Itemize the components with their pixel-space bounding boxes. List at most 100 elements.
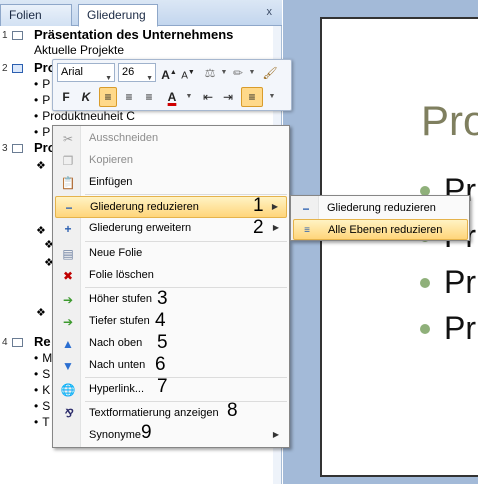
slide-icon[interactable] — [12, 338, 23, 347]
slide-icon[interactable] — [12, 64, 23, 73]
outline-bullet[interactable]: Produktneuheit C — [34, 109, 135, 123]
slide-icon[interactable] — [12, 144, 23, 153]
shrink-font-button[interactable]: A▼ — [179, 63, 197, 83]
submenu-arrow-icon: ▶ — [271, 202, 278, 211]
font-color-button[interactable]: A — [163, 87, 181, 107]
annotation-number: 3 — [157, 288, 168, 309]
format-painter-icon[interactable]: 🖌 — [261, 63, 279, 83]
scissors-icon: ✂ — [62, 132, 74, 146]
minus-icon: − — [302, 202, 310, 216]
submenu-item-alle-ebenen[interactable]: ≡ Alle Ebenen reduzieren — [293, 219, 468, 240]
context-menu: ✂ Ausschneiden ❐ Kopieren 📋 Einfügen − G… — [52, 125, 290, 448]
diamond-bullet-icon: ❖ — [36, 307, 46, 319]
slide-icon[interactable] — [12, 31, 23, 40]
menu-item-ausschneiden[interactable]: ✂ Ausschneiden — [55, 128, 287, 150]
menu-separator — [85, 401, 287, 402]
menu-item-label: Neue Folie — [89, 247, 143, 259]
menu-item-label: Einfügen — [89, 176, 133, 188]
outline-bullet[interactable]: K — [34, 383, 50, 397]
tab-folien[interactable]: Folien — [0, 4, 72, 26]
outline-bullet[interactable]: S — [34, 367, 50, 381]
menu-item-synonyme[interactable]: Synonyme ▶ — [55, 425, 287, 447]
menu-item-hyperlink[interactable]: 🌐 Hyperlink... — [55, 379, 287, 401]
diamond-bullet-icon: ❖ — [36, 160, 46, 172]
menu-separator — [85, 241, 287, 242]
outline-bullet[interactable]: P — [34, 77, 50, 91]
align-left-icon[interactable]: ≡ — [99, 87, 117, 107]
text-format-icon: ⅋ — [63, 408, 73, 420]
align-center-icon[interactable]: ≡ — [120, 87, 138, 107]
italic-button[interactable]: K — [77, 87, 95, 107]
annotation-number: 2 — [253, 217, 264, 238]
chevron-down-icon[interactable]: ▼ — [263, 87, 281, 107]
menu-item-kopieren[interactable]: ❐ Kopieren — [55, 150, 287, 172]
font-size-select[interactable]: 26 ▼ — [118, 63, 156, 82]
slide-number: 3 — [2, 143, 8, 154]
menu-item-textformatierung[interactable]: ⅋ Textformatierung anzeigen — [55, 403, 287, 425]
menu-item-label: Tiefer stufen — [89, 315, 150, 327]
outline-slide-title[interactable]: Re — [34, 334, 51, 349]
arrow-right-icon: ➔ — [62, 315, 74, 329]
decrease-indent-icon[interactable]: ⇤ — [199, 87, 217, 107]
menu-item-hoeher-stufen[interactable]: ➔ Höher stufen — [55, 289, 287, 311]
menu-separator — [85, 287, 287, 288]
mini-toolbar: Arial ▼ 26 ▼ A▲ A▼ ⚖ ▼ ✏ ▼ 🖌 F K ≡ ≡ ≡ A ▼… — [52, 59, 292, 111]
outline-bullet[interactable]: P — [34, 125, 50, 139]
menu-item-folie-loeschen[interactable]: ✖ Folie löschen — [55, 265, 287, 287]
outline-bullet[interactable]: P — [34, 93, 50, 107]
outline-bullet[interactable]: S — [34, 399, 50, 413]
collapse-all-icon: ≡ — [304, 225, 310, 236]
submenu-item-label: Gliederung reduzieren — [327, 202, 436, 214]
align-right-icon[interactable]: ≡ — [140, 87, 158, 107]
font-size-value: 26 — [122, 66, 135, 78]
slide-canvas[interactable]: Pro Pr Pr Pr Pr — [320, 17, 478, 477]
bold-button[interactable]: F — [57, 87, 75, 107]
submenu-item-label: Alle Ebenen reduzieren — [328, 224, 443, 236]
slide-title[interactable]: Pro — [421, 97, 478, 145]
submenu: − Gliederung reduzieren ≡ Alle Ebenen re… — [290, 195, 470, 241]
close-icon[interactable]: x — [267, 6, 273, 18]
slide-bullet[interactable]: Pr — [444, 264, 476, 301]
outline-subtitle[interactable]: Aktuelle Projekte — [34, 43, 124, 57]
menu-item-einfuegen[interactable]: 📋 Einfügen — [55, 172, 287, 194]
clipboard-icon: 📋 — [60, 176, 76, 190]
menu-item-nach-unten[interactable]: ▼ Nach unten — [55, 355, 287, 377]
menu-item-nach-oben[interactable]: ▲ Nach oben — [55, 333, 287, 355]
menu-item-label: Gliederung erweitern — [89, 222, 192, 234]
increase-indent-icon[interactable]: ⇥ — [219, 87, 237, 107]
menu-item-tiefer-stufen[interactable]: ➔ Tiefer stufen — [55, 311, 287, 333]
grow-font-icon: A — [161, 68, 170, 82]
bullets-icon[interactable]: ≡ — [241, 87, 263, 107]
pane-tabbar: Folien Gliederung x — [0, 0, 282, 27]
chevron-down-icon: ▼ — [146, 75, 153, 82]
menu-item-label: Folie löschen — [89, 269, 154, 281]
outline-bullet[interactable]: M — [34, 351, 52, 365]
plus-icon: + — [64, 222, 72, 236]
slide-number: 2 — [2, 63, 8, 74]
slide-bullet[interactable]: Pr — [444, 310, 476, 347]
annotation-number: 1 — [253, 195, 264, 216]
powerpoint-window: Folien Gliederung x 1 Präsentation des U… — [0, 0, 478, 484]
chevron-down-icon[interactable]: ▼ — [180, 87, 198, 107]
menu-separator — [85, 377, 287, 378]
menu-item-label: Kopieren — [89, 154, 134, 166]
menu-item-label: Gliederung reduzieren — [90, 201, 199, 213]
menu-item-label: Hyperlink... — [89, 383, 145, 395]
menu-item-neue-folie[interactable]: ▤ Neue Folie — [55, 243, 287, 265]
submenu-item-gliederung-reduzieren[interactable]: − Gliederung reduzieren — [293, 198, 468, 219]
arrow-left-icon: ➔ — [62, 293, 74, 307]
font-select[interactable]: Arial ▼ — [57, 63, 115, 82]
copy-icon: ❐ — [62, 154, 74, 168]
outline-slide-title[interactable]: Präsentation des Unternehmens — [34, 27, 233, 42]
slide-number: 4 — [2, 337, 8, 348]
annotation-number: 6 — [155, 354, 166, 375]
grow-font-button[interactable]: A▲ — [160, 63, 178, 83]
outline-bullet[interactable]: T — [34, 415, 49, 429]
menu-item-label: Ausschneiden — [89, 132, 159, 144]
font-value: Arial — [61, 66, 84, 78]
tab-gliederung[interactable]: Gliederung — [78, 4, 158, 27]
annotation-number: 8 — [227, 400, 238, 421]
shrink-font-icon: A — [181, 70, 188, 82]
chevron-down-icon[interactable]: ▼ — [243, 63, 261, 83]
globe-icon: 🌐 — [60, 383, 76, 397]
